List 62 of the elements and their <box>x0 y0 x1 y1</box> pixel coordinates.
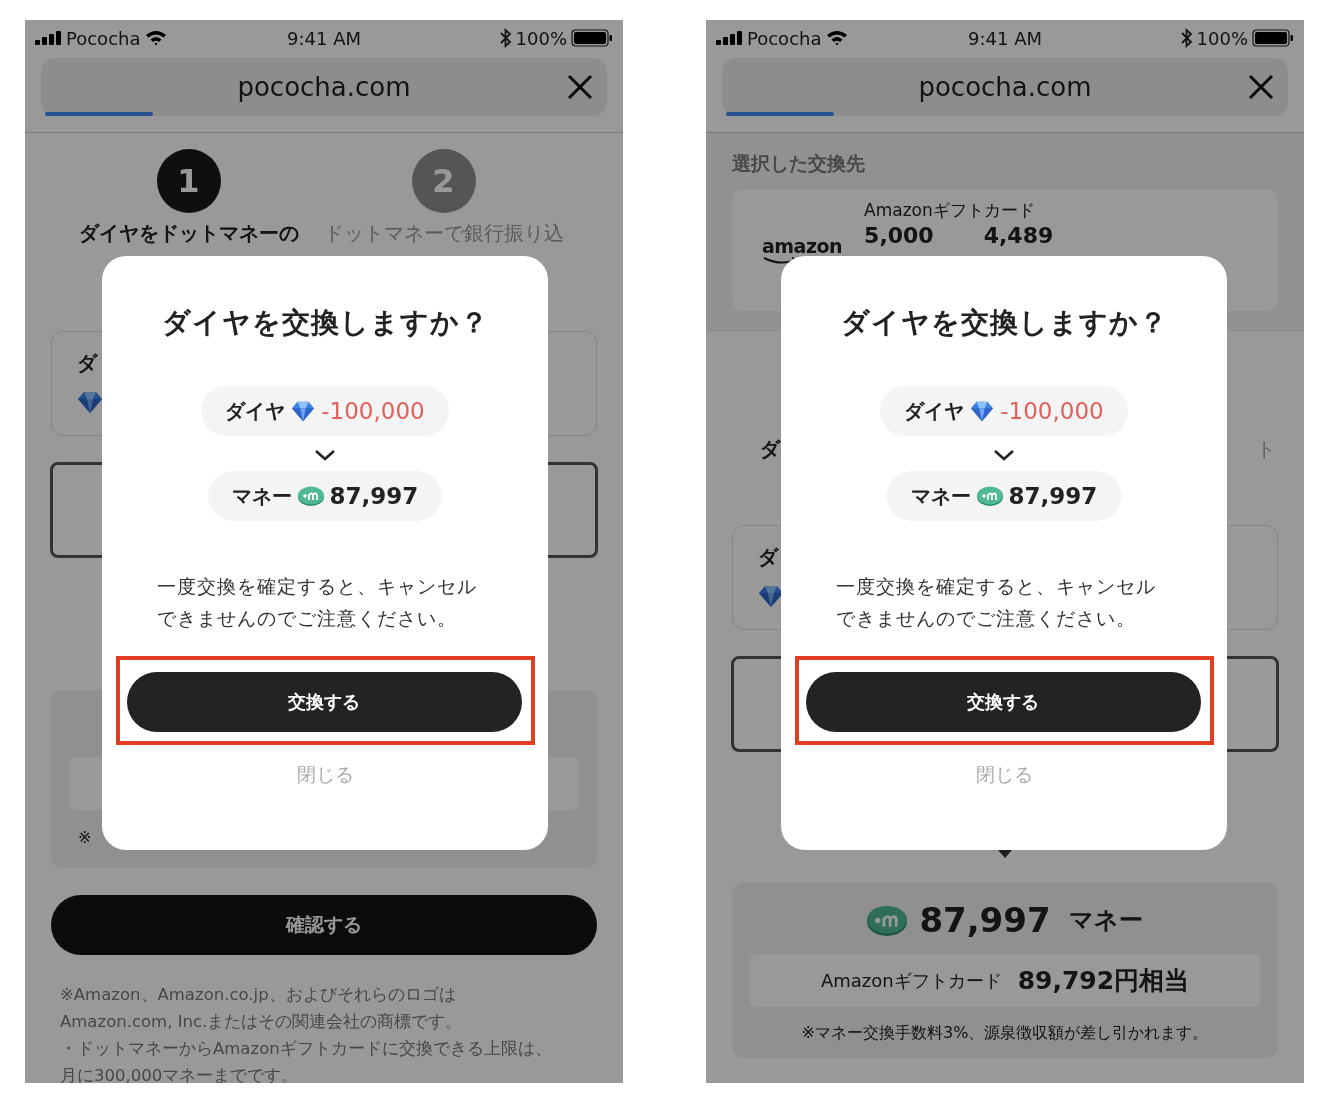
money-unit: マネー <box>1068 905 1143 936</box>
diamond-amount: -100,000 <box>321 398 425 424</box>
notice-text: 一度交換を確定すると、キャンセルできませんのでご注意ください。 <box>157 574 478 631</box>
step-label: ダイヤをドットマネーの <box>78 221 299 245</box>
gift-value: 89,792円相当 <box>1017 965 1190 997</box>
dialog-title: ダイヤを交換しますか？ <box>840 305 1168 341</box>
close-icon[interactable] <box>1248 74 1274 100</box>
url-text: pococha.com <box>918 72 1092 102</box>
signal-icon <box>35 31 61 45</box>
chevron-down-icon <box>314 448 336 462</box>
exchange-button[interactable]: 交換する <box>805 672 1201 732</box>
confirm-button[interactable]: 確認する <box>51 895 597 955</box>
diamond-icon <box>291 399 316 423</box>
carrier-name: Pococha <box>747 27 822 49</box>
url-text: pococha.com <box>237 72 411 102</box>
label-text: ダ <box>760 436 780 463</box>
battery-icon <box>571 29 613 47</box>
battery-percent: 100% <box>515 27 567 49</box>
address-bar[interactable]: pococha.com <box>722 58 1288 116</box>
step-label: ドットマネーで銀行振り込 <box>323 221 564 245</box>
address-bar[interactable]: pococha.com <box>41 58 607 116</box>
gift-name: Amazonギフトカード <box>820 968 1002 993</box>
amount-text: 5,000 <box>864 223 934 249</box>
money-amount: 87,997 <box>1008 483 1098 509</box>
wifi-icon <box>145 30 168 46</box>
pill-label: マネー <box>910 482 971 510</box>
pill-label: ダイヤ <box>904 397 965 425</box>
logo-text: amazon <box>762 235 843 257</box>
money-amount: 87,997 <box>919 900 1051 940</box>
close-icon[interactable] <box>567 74 593 100</box>
coin-icon <box>297 486 324 506</box>
step-number: 1 <box>156 149 221 213</box>
note-text: ※ <box>78 828 92 847</box>
battery-icon <box>1252 29 1294 47</box>
pill-label: マネー <box>231 482 292 510</box>
card-label: ダ <box>77 350 97 377</box>
fee-note: ※マネー交換手数料3%、源泉徴収額が差し引かれます。 <box>801 1023 1209 1044</box>
money-amount: 87,997 <box>329 483 419 509</box>
clock-time: 9:41 AM <box>968 27 1042 49</box>
wifi-icon <box>826 30 849 46</box>
carrier-name: Pococha <box>66 27 141 49</box>
footnote-text: ※Amazon、Amazon.co.jp、およびそれらのロゴはAmazon.com, Inc.またはその関連会社の商標です。 <box>60 984 464 1033</box>
dialog-title: ダイヤを交換しますか？ <box>161 305 489 341</box>
diamond-icon <box>77 389 103 415</box>
card-label: ダ <box>758 544 778 571</box>
gift-name: Amazonギフトカード <box>864 199 1036 221</box>
exchange-button[interactable]: 交換する <box>126 672 522 732</box>
coin-icon <box>867 904 908 936</box>
signal-icon <box>716 31 742 45</box>
chevron-down-icon <box>993 448 1015 462</box>
bluetooth-icon <box>1180 28 1193 48</box>
step-number: 2 <box>411 149 476 213</box>
diamond-icon <box>970 399 995 423</box>
notice-text: 一度交換を確定すると、キャンセルできませんのでご注意ください。 <box>836 574 1157 631</box>
battery-percent: 100% <box>1196 27 1248 49</box>
coin-icon <box>976 486 1003 506</box>
clock-time: 9:41 AM <box>287 27 361 49</box>
section-title: 選択した交換先 <box>732 151 865 176</box>
bluetooth-icon <box>499 28 512 48</box>
amount-text: 4,489 <box>983 223 1054 249</box>
diamond-amount: -100,000 <box>1000 398 1104 424</box>
pill-label: ダイヤ <box>225 397 286 425</box>
